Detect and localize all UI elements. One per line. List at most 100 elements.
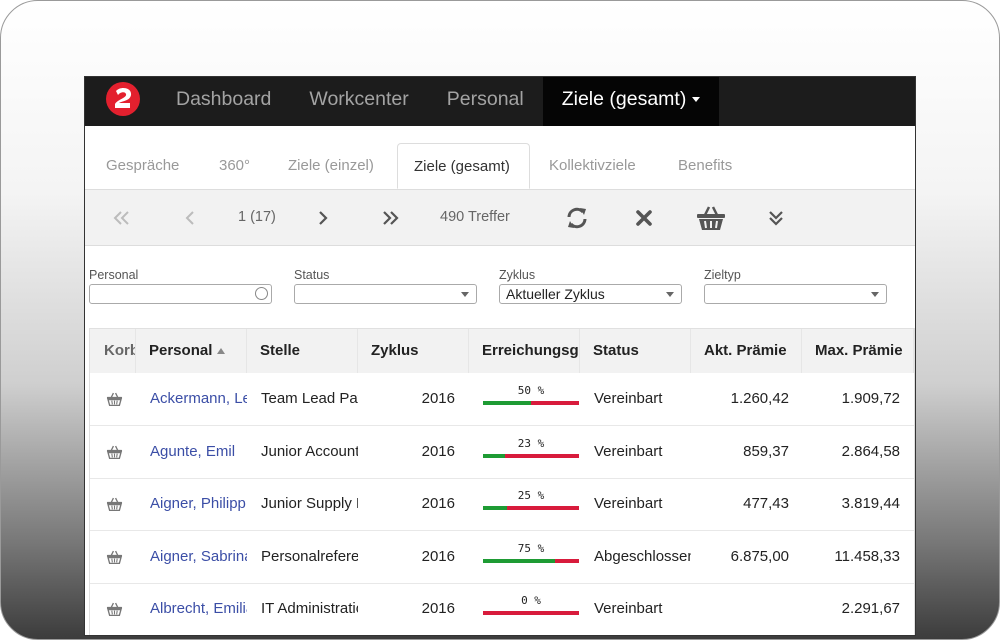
sort-ascending-icon [217, 348, 226, 355]
cell-erreichungsgrad-label: 23 % [517, 436, 545, 450]
double-chevron-down-icon[interactable] [768, 190, 784, 245]
progress-bar [483, 506, 579, 510]
cell-zyklus: 2016 [421, 547, 455, 565]
cell-erreichungsgrad-label: 75 % [517, 541, 545, 555]
table-row[interactable]: Ackermann, Lena Team Lead Payroll 2016 50 %… [90, 373, 914, 426]
cell-personal[interactable]: Albrecht, Emilia [150, 583, 247, 635]
tab-benefits[interactable]: Benefits [678, 143, 732, 189]
page-indicator: 1 (17) [238, 209, 276, 225]
cell-erreichungsgrad-label: 50 % [517, 384, 545, 397]
dropdown-arrow-icon [871, 292, 879, 297]
cell-personal[interactable]: Ackermann, Lena [150, 373, 247, 425]
cell-max-praemie: 1.909,72 [841, 390, 900, 407]
cell-stelle: IT Administration [261, 600, 358, 617]
progress-fill [483, 401, 531, 405]
filter-personal-input[interactable] [89, 284, 272, 304]
table-row[interactable]: Aigner, Sabrina Personalreferentin 2016 75 … [90, 531, 914, 584]
progress-bar [483, 401, 579, 405]
cell-akt-praemie: 1.260,42 [730, 390, 789, 407]
refresh-icon[interactable] [565, 190, 589, 245]
app-logo[interactable] [106, 82, 140, 116]
pager-toolbar: 1 (17) 490 Treffer [85, 190, 915, 246]
table-row[interactable]: Agunte, Emil Junior Accountant 2016 23 % Ver… [90, 426, 914, 479]
clear-x-icon[interactable] [635, 190, 653, 245]
progress-fill [483, 558, 555, 563]
cell-stelle: Junior Supply Manager [261, 495, 358, 512]
add-to-basket-icon[interactable] [106, 497, 123, 516]
filter-zieltyp-select[interactable] [704, 284, 887, 304]
nav-item-dashboard[interactable]: Dashboard [157, 77, 290, 126]
column-header-erreichungsgrad[interactable]: Erreichungsgrad [469, 329, 580, 373]
cell-akt-praemie: 477,43 [743, 495, 789, 512]
add-to-basket-icon[interactable] [106, 392, 123, 411]
cell-erreichungsgrad-label: 0 % [521, 594, 541, 607]
tab-ziele-gesamt[interactable]: Ziele (gesamt) [397, 143, 530, 189]
table-header: Korb Personal Stelle Zyklus Erreichungsg… [90, 329, 914, 373]
tab-kollektivziele[interactable]: Kollektivziele [549, 143, 636, 189]
filter-status-select[interactable] [294, 284, 477, 304]
caret-down-icon [692, 97, 701, 103]
filter-zieltyp-label: Zieltyp [704, 268, 741, 282]
goals-table: Korb Personal Stelle Zyklus Erreichungsg… [89, 328, 915, 635]
cell-zyklus: 2016 [421, 390, 455, 407]
cell-status: Vereinbart [594, 442, 663, 460]
progress-bar [483, 453, 579, 458]
filter-status-label: Status [294, 268, 330, 282]
column-header-stelle[interactable]: Stelle [247, 329, 358, 373]
add-to-basket-icon[interactable] [106, 602, 123, 621]
cell-status: Vereinbart [594, 390, 663, 407]
add-to-basket-icon[interactable] [106, 445, 123, 464]
chevron-left-icon[interactable] [185, 190, 195, 245]
table-row[interactable]: Albrecht, Emilia IT Administration 2016 0 %… [90, 583, 914, 635]
cell-max-praemie: 3.819,44 [841, 495, 900, 512]
progress-bar [483, 611, 579, 615]
column-header-akt-praemie[interactable]: Akt. Prämie [691, 329, 802, 373]
filter-zyklus-label: Zyklus [499, 268, 536, 282]
filter-zyklus-select[interactable]: Aktueller Zyklus [499, 284, 682, 304]
nav-item-workcenter[interactable]: Workcenter [290, 77, 427, 126]
nav-item-ziele-gesamt-label: Ziele (gesamt) [561, 88, 687, 110]
nav-item-personal[interactable]: Personal [428, 77, 543, 126]
cell-erreichungsgrad-label: 25 % [517, 489, 545, 502]
cell-zyklus: 2016 [421, 600, 455, 617]
cell-akt-praemie: 859,37 [743, 442, 789, 460]
tab-360[interactable]: 360° [219, 143, 250, 189]
progress-fill [483, 506, 507, 510]
cell-akt-praemie: 6.875,00 [730, 547, 789, 565]
top-navigation-bar: Dashboard Workcenter Personal Ziele (ges… [85, 77, 915, 126]
cell-status: Vereinbart [594, 600, 663, 617]
cell-max-praemie: 2.864,58 [841, 442, 900, 460]
progress-fill [483, 453, 506, 458]
cell-personal[interactable]: Aigner, Sabrina [150, 531, 247, 583]
cell-status: Vereinbart [594, 495, 663, 512]
column-header-max-praemie[interactable]: Max. Prämie [802, 329, 914, 373]
sub-tabs: Gespräche 360° Ziele (einzel) Ziele (ges… [85, 126, 915, 190]
filter-bar: Personal Status Zyklus Aktueller Zyklus … [85, 246, 915, 328]
cell-akt-praemie [691, 583, 789, 635]
double-chevron-left-icon[interactable] [113, 190, 131, 245]
cell-personal[interactable]: Aigner, Philipp [150, 478, 247, 530]
table-row[interactable]: Aigner, Philipp Junior Supply Manager 2016… [90, 478, 914, 531]
tab-gespraeche[interactable]: Gespräche [106, 143, 179, 189]
add-to-basket-icon[interactable] [106, 550, 123, 569]
cell-stelle: Team Lead Payroll [261, 390, 358, 407]
chevron-right-icon[interactable] [318, 190, 328, 245]
tab-ziele-einzel[interactable]: Ziele (einzel) [288, 143, 374, 189]
dropdown-arrow-icon [666, 292, 674, 297]
search-circle-icon [255, 287, 268, 300]
basket-icon[interactable] [696, 190, 726, 245]
nav-item-ziele-gesamt[interactable]: Ziele (gesamt) [542, 77, 720, 126]
cell-personal[interactable]: Agunte, Emil [150, 426, 247, 478]
progress-bar [483, 558, 579, 563]
cell-status: Abgeschlossen [594, 547, 691, 565]
column-header-zyklus[interactable]: Zyklus [358, 329, 469, 373]
cell-zyklus: 2016 [421, 442, 455, 460]
main-nav: Dashboard Workcenter Personal Ziele (ges… [157, 77, 720, 126]
column-header-status[interactable]: Status [580, 329, 691, 373]
column-header-korb[interactable]: Korb [90, 329, 136, 373]
app-window: Dashboard Workcenter Personal Ziele (ges… [84, 76, 916, 636]
double-chevron-right-icon[interactable] [381, 190, 399, 245]
dropdown-arrow-icon [461, 292, 469, 297]
cell-max-praemie: 2.291,67 [841, 600, 900, 617]
column-header-personal[interactable]: Personal [136, 329, 247, 373]
